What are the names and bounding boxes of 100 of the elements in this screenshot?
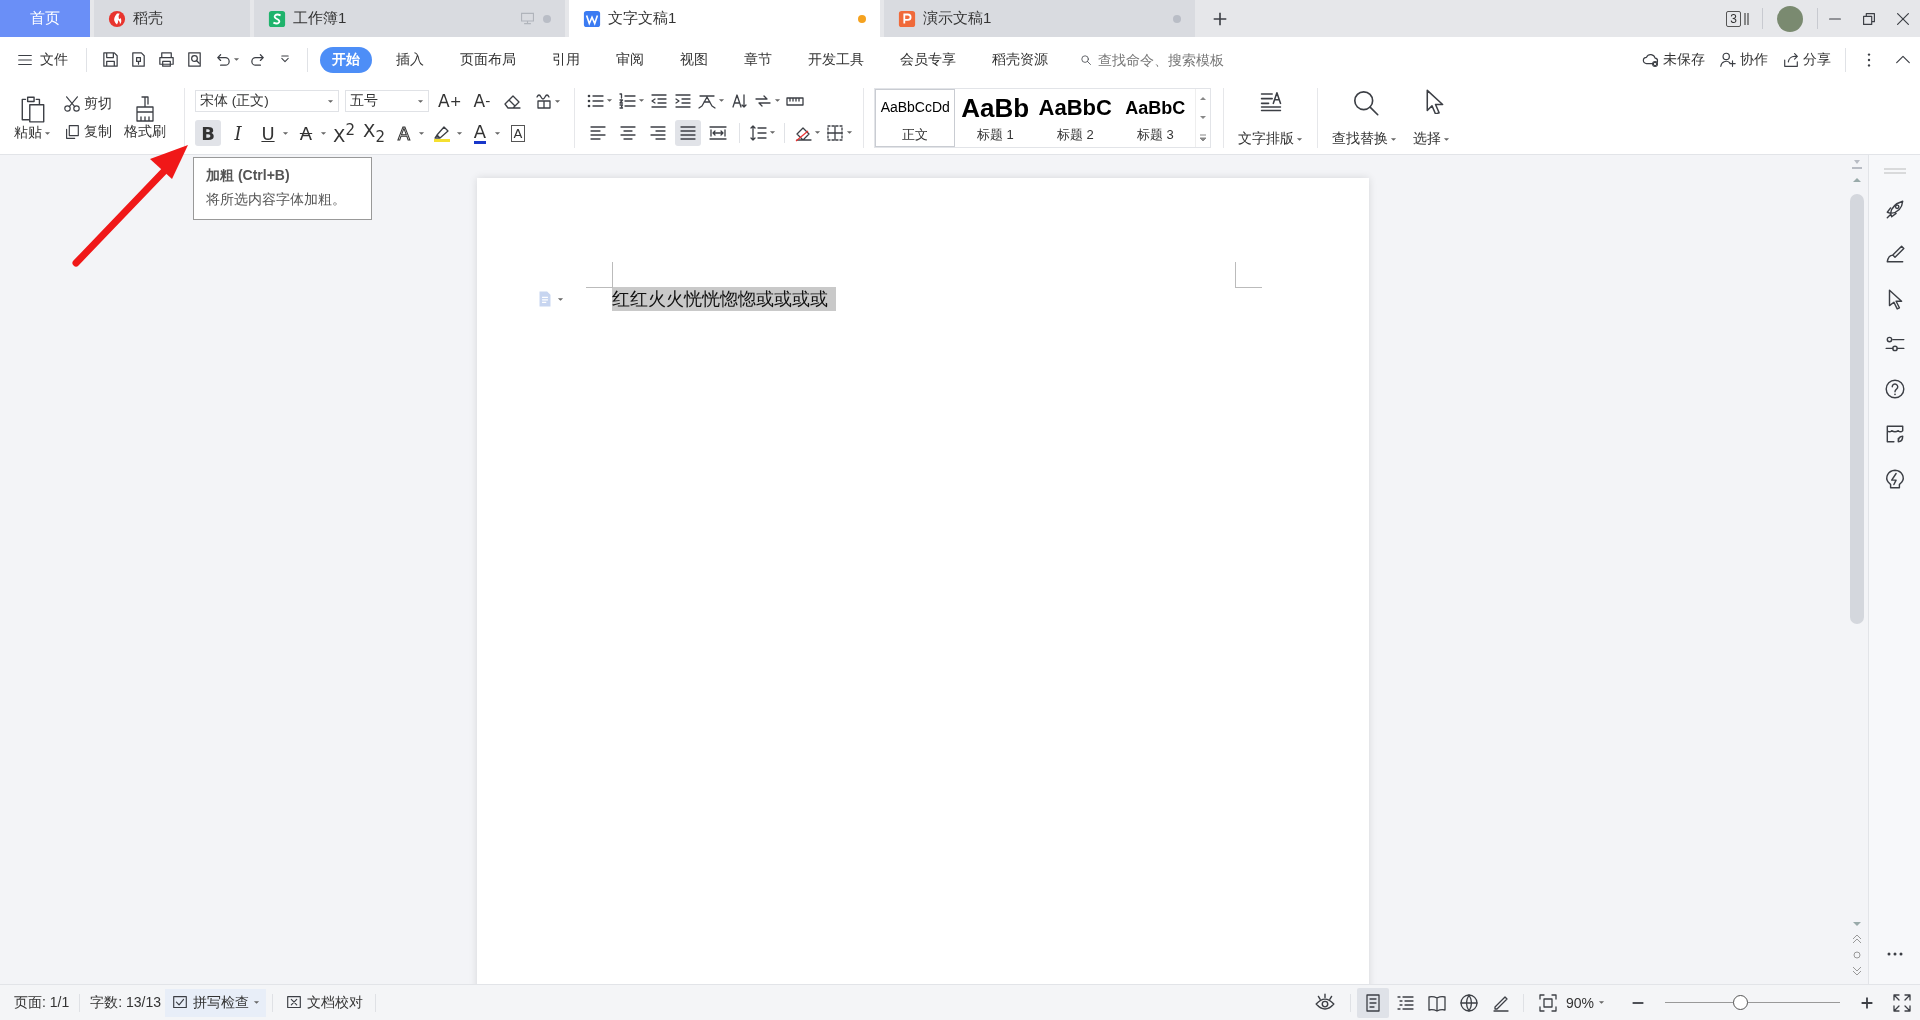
bold-button[interactable]: B <box>195 120 221 146</box>
caret-icon <box>282 130 289 136</box>
file-menu[interactable]: 文件 <box>16 50 68 69</box>
document-tab[interactable]: 文字文稿1 <box>569 0 880 37</box>
tooltip-text: 将所选内容字体加粗。 <box>206 191 347 209</box>
caret-icon <box>638 98 646 103</box>
menu-tab[interactable]: 会员专享 <box>888 46 968 73</box>
previous-page-icon[interactable] <box>1852 934 1862 944</box>
bars-icon <box>1743 10 1750 27</box>
style-option[interactable]: AaBbC 标题 2 <box>1035 89 1116 147</box>
menu-tab[interactable]: 页面布局 <box>448 46 528 73</box>
expand-icon[interactable] <box>1198 131 1209 142</box>
caret-icon <box>769 130 777 135</box>
style-option[interactable]: AaBbC 标题 3 <box>1115 89 1196 147</box>
share-button[interactable]: 分享 <box>1782 50 1831 69</box>
fullscreen-icon[interactable] <box>1892 992 1912 1013</box>
avatar[interactable] <box>1777 5 1803 32</box>
font-color-button[interactable]: A <box>467 120 493 146</box>
character-border-button[interactable]: A <box>505 120 531 146</box>
print-preview-icon[interactable] <box>185 50 204 69</box>
help-icon[interactable] <box>1883 378 1906 400</box>
view-button[interactable] <box>1356 987 1389 1018</box>
caret-icon <box>846 130 854 135</box>
zoom-dropdown[interactable]: 90% <box>1565 994 1605 1011</box>
caret-icon <box>774 98 782 103</box>
print-icon[interactable] <box>157 50 176 69</box>
underline-button[interactable]: U <box>255 120 281 146</box>
menu-tab[interactable]: 开发工具 <box>796 46 876 73</box>
web-view-icon <box>1458 992 1479 1013</box>
caret-icon <box>327 98 334 104</box>
caret-icon <box>233 57 240 62</box>
caret-icon <box>456 130 463 136</box>
superscript-button[interactable]: X$^{2}$ <box>331 120 357 146</box>
select-button[interactable]: 选择 <box>1409 86 1455 150</box>
caret-icon <box>1443 136 1451 142</box>
menu-tab[interactable]: 审阅 <box>604 46 656 73</box>
caret-icon <box>557 296 564 302</box>
search-field[interactable]: 查找命令、搜索模板 <box>1080 50 1250 69</box>
menu-tab[interactable]: 引用 <box>540 46 592 73</box>
menu-tab[interactable]: 视图 <box>668 46 720 73</box>
document-icon <box>583 9 601 28</box>
find-replace-button[interactable]: 查找替换 <box>1328 86 1402 150</box>
format-painter-button[interactable]: 格式刷 <box>120 93 170 143</box>
menu-tab[interactable]: 插入 <box>384 46 436 73</box>
numbering-icon[interactable] <box>617 90 638 111</box>
lightbulb-icon[interactable] <box>1883 468 1906 490</box>
next-page-icon[interactable] <box>1852 966 1862 976</box>
document-tab[interactable]: 演示文稿1 <box>884 0 1195 37</box>
copy-button[interactable]: 复制 <box>63 123 112 141</box>
scrollbar-thumb[interactable] <box>1850 194 1864 624</box>
caret-icon <box>606 98 614 103</box>
word-count: 字数: 13/13 <box>89 993 163 1012</box>
save-status-button[interactable]: 未保存 <box>1642 50 1705 69</box>
font-size-field[interactable]: 五号 <box>345 90 429 112</box>
monitor-icon <box>519 10 536 27</box>
tab-dot <box>543 14 551 23</box>
caret-icon <box>1598 1000 1605 1005</box>
paste-button[interactable]: 粘贴 <box>10 92 55 144</box>
document-tab[interactable]: 稻壳 <box>94 0 250 37</box>
strikethrough-button[interactable]: A <box>293 120 319 146</box>
style-option[interactable]: AaBbCcDd 正文 <box>875 89 956 147</box>
font-name-field[interactable]: 宋体 (正文) <box>195 90 339 112</box>
spell-check-button[interactable]: 拼写检查 <box>165 988 267 1017</box>
margin-mark <box>586 262 613 288</box>
collaborate-button[interactable]: 协作 <box>1719 50 1768 69</box>
subscript-button[interactable]: X$_{2}$ <box>361 120 387 146</box>
italic-button[interactable]: I <box>225 120 251 146</box>
proofread-button[interactable]: 文档校对 <box>279 988 370 1017</box>
document-text: 红红火火恍恍惚惚或或或或 <box>612 287 836 311</box>
scissors-icon <box>63 95 81 113</box>
caret-icon <box>1296 136 1304 142</box>
align-button[interactable] <box>675 119 702 146</box>
caret-icon <box>253 1000 261 1005</box>
style-option[interactable]: AaBb 标题 1 <box>955 89 1036 147</box>
fit-window-icon[interactable] <box>1537 992 1558 1013</box>
scroll-down-icon[interactable] <box>1198 113 1209 121</box>
share-icon <box>1782 50 1800 69</box>
document-tab[interactable]: 工作簿1 <box>254 0 565 37</box>
export-icon[interactable] <box>129 50 148 69</box>
borders-icon[interactable] <box>825 122 846 143</box>
scroll-up-icon[interactable] <box>1198 94 1209 103</box>
caret-icon <box>1390 136 1398 142</box>
copy-icon <box>63 123 81 141</box>
save-icon[interactable] <box>101 50 120 69</box>
menu-tab[interactable]: 章节 <box>732 46 784 73</box>
text-layout-button[interactable]: 文字排版 <box>1234 86 1308 150</box>
slider-thumb[interactable] <box>1733 994 1749 1010</box>
menu-tab[interactable]: 稻壳资源 <box>980 46 1060 73</box>
caret-icon <box>418 130 425 136</box>
caret-icon <box>44 130 51 136</box>
caret-icon <box>417 98 424 104</box>
caret-icon <box>554 98 562 104</box>
cut-button[interactable]: 剪切 <box>63 95 112 113</box>
drag-handle-icon <box>1882 167 1907 175</box>
add-user-icon <box>1719 50 1737 69</box>
spreadsheet-icon <box>268 9 286 28</box>
unsaved-dot <box>858 14 866 23</box>
caret-icon <box>718 98 726 103</box>
page-count: 页面: 1/1 <box>13 993 71 1012</box>
caret-icon <box>814 130 822 135</box>
